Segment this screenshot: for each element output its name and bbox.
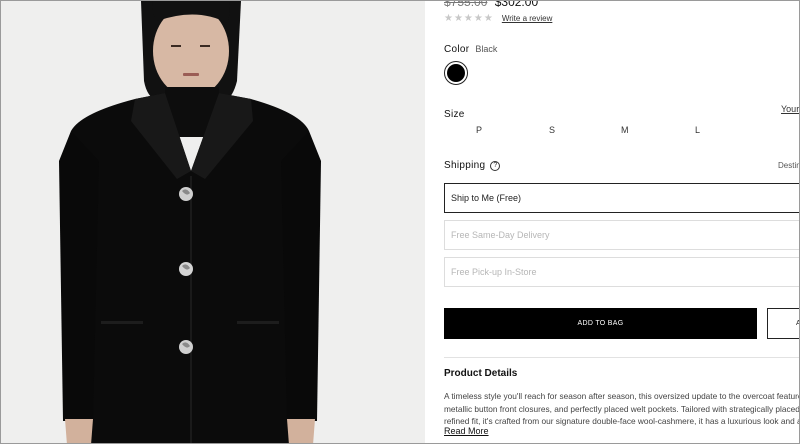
page-frame: $755.00 $302.00 ★★★★★ Write a review Col… — [0, 0, 800, 444]
ship-option-pickup[interactable]: Free Pick-up In-Store — [444, 257, 799, 287]
price-row: $755.00 $302.00 — [444, 1, 538, 9]
ship-option-label: Free Same-Day Delivery — [451, 230, 550, 240]
selected-color-name: Black — [475, 44, 498, 54]
color-label: Color — [444, 44, 470, 55]
swatch-fill — [447, 64, 465, 82]
ship-option-label: Free Pick-up In-Store — [451, 267, 537, 277]
read-more-link[interactable]: Read More — [444, 426, 489, 436]
description-line: A timeless style you'll reach for season… — [444, 391, 800, 401]
secondary-action-label: A — [796, 320, 799, 327]
description-line: metallic button front closures, and perf… — [444, 403, 800, 414]
size-option-m[interactable]: M — [621, 125, 629, 135]
product-info-panel: $755.00 $302.00 ★★★★★ Write a review Col… — [425, 1, 800, 443]
model-coat-illustration — [1, 1, 425, 443]
product-details-heading: Product Details — [444, 368, 518, 379]
ship-option-same-day[interactable]: Free Same-Day Delivery — [444, 220, 799, 250]
ship-option-ship-to-me[interactable]: Ship to Me (Free) — [444, 183, 799, 213]
size-label: Size — [444, 109, 465, 120]
ship-option-label: Ship to Me (Free) — [451, 193, 522, 203]
description-line: refined fit, it's crafted from our signa… — [444, 416, 800, 426]
size-option-s[interactable]: S — [549, 125, 555, 135]
add-to-bag-button[interactable]: ADD TO BAG — [444, 308, 757, 339]
size-row: Size — [444, 104, 799, 122]
info-icon[interactable]: ? — [490, 160, 501, 171]
product-photo[interactable] — [1, 1, 425, 443]
size-options: P S M L — [444, 125, 744, 139]
size-guide-link[interactable]: Your s — [781, 104, 799, 114]
color-row: Color Black — [444, 44, 497, 55]
rating-row: ★★★★★ Write a review — [444, 13, 552, 24]
original-price: $755.00 — [444, 1, 488, 9]
color-swatch-black[interactable] — [444, 61, 468, 85]
section-divider — [444, 357, 799, 358]
shipping-row: Shipping ? — [444, 160, 501, 171]
sale-price: $302.00 — [494, 1, 539, 9]
shipping-label: Shipping — [444, 160, 486, 171]
star-rating-icon: ★★★★★ — [444, 13, 494, 24]
destination-link[interactable]: Destin — [778, 161, 799, 170]
size-option-l[interactable]: L — [695, 125, 700, 135]
product-description: A timeless style you'll reach for season… — [444, 390, 800, 428]
secondary-action-button[interactable]: A — [767, 308, 799, 339]
size-option-p[interactable]: P — [476, 125, 482, 135]
write-review-link[interactable]: Write a review — [502, 14, 553, 23]
